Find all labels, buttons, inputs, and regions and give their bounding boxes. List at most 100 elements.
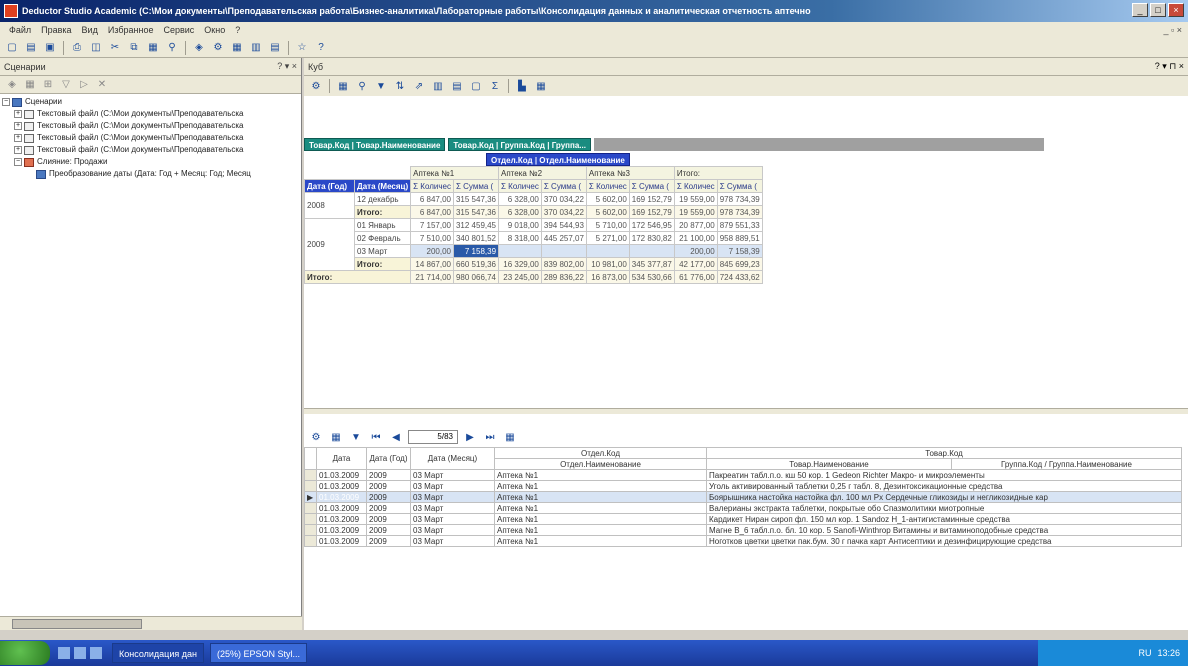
value-cell[interactable]: 14 867,00 <box>410 257 454 271</box>
menu-favorites[interactable]: Избранное <box>103 25 159 35</box>
tree-item[interactable]: − Сценарии <box>2 96 299 108</box>
wizard-icon[interactable]: ◈ <box>4 77 20 93</box>
table-cell[interactable]: 2009 <box>366 469 411 481</box>
value-cell[interactable]: 61 776,00 <box>673 270 718 284</box>
department-header[interactable]: Аптека №1 <box>410 166 500 180</box>
table-row[interactable]: 01.03.2009 2009 03 Март Аптека №1 Пакреатин … <box>304 469 1182 481</box>
header-group-code[interactable]: Группа.Код / Группа.Наименование <box>951 458 1182 470</box>
value-cell[interactable]: 7 510,00 <box>410 231 454 245</box>
paste-icon[interactable]: ▦ <box>145 40 161 56</box>
table-cell[interactable]: Боярышника настойка настойка фл. 100 мл … <box>706 491 1182 503</box>
table-cell[interactable]: 2009 <box>366 491 411 503</box>
year-cell[interactable]: 2008 <box>304 192 355 219</box>
panel-controls[interactable]: ? ▾ ⊓ × <box>1155 61 1184 72</box>
tree-item[interactable]: + Текстовый файл (C:\Мои документы\Препод… <box>2 132 299 144</box>
table-cell[interactable]: Аптека №1 <box>494 513 707 525</box>
table-cell[interactable]: 01.03.2009 <box>316 491 367 503</box>
table-icon[interactable]: ▦ <box>229 40 245 56</box>
zoom-icon[interactable]: ⚲ <box>354 78 370 94</box>
value-cell[interactable]: 16 873,00 <box>585 270 630 284</box>
tree-item[interactable]: − Слияние: Продажи <box>2 156 299 168</box>
value-cell[interactable]: 5 602,00 <box>585 205 630 219</box>
measure-quantity[interactable]: Σ Количес <box>498 179 542 193</box>
table-cell[interactable]: 2009 <box>366 502 411 514</box>
value-cell[interactable]: 839 802,00 <box>540 257 587 271</box>
value-cell[interactable]: 315 547,36 <box>452 192 500 206</box>
table-cell[interactable]: 01.03.2009 <box>316 535 367 547</box>
value-cell[interactable]: 200,00 <box>673 244 718 258</box>
value-cell[interactable]: 7 158,39 <box>716 244 763 258</box>
header-otdel-code[interactable]: Отдел.Код <box>494 447 707 459</box>
value-cell[interactable]: 370 034,22 <box>540 205 587 219</box>
table-cell[interactable]: 03 Март <box>410 513 495 525</box>
header-tovar-name[interactable]: Товар.Наименование <box>706 458 952 470</box>
value-cell[interactable] <box>498 244 542 258</box>
calc-icon[interactable]: ▢ <box>468 78 484 94</box>
value-cell[interactable] <box>540 244 587 258</box>
table-cell[interactable]: 2009 <box>366 513 411 525</box>
row-indicator[interactable] <box>304 524 317 536</box>
maximize-button[interactable]: □ <box>1150 3 1166 17</box>
value-cell[interactable]: 23 245,00 <box>498 270 542 284</box>
value-cell[interactable] <box>585 244 630 258</box>
tree-item[interactable]: + Текстовый файл (C:\Мои документы\Препод… <box>2 108 299 120</box>
table-cell[interactable]: Валерианы экстракта таблетки, покрытые о… <box>706 502 1182 514</box>
value-cell[interactable]: 6 328,00 <box>498 192 542 206</box>
value-cell[interactable]: 21 714,00 <box>410 270 454 284</box>
value-cell[interactable]: 19 559,00 <box>673 192 718 206</box>
value-cell[interactable]: 312 459,45 <box>452 218 500 232</box>
run-icon[interactable]: ▷ <box>76 77 92 93</box>
tree-icon[interactable]: ⊞ <box>40 77 56 93</box>
expand-toggle-icon[interactable]: + <box>14 122 22 130</box>
table-cell[interactable]: 2009 <box>366 535 411 547</box>
filter-icon[interactable]: ▼ <box>373 78 389 94</box>
value-cell[interactable]: 19 559,00 <box>673 205 718 219</box>
table-cell[interactable]: 03 Март <box>410 524 495 536</box>
table-cell[interactable]: 03 Март <box>410 491 495 503</box>
table-row[interactable]: 01.03.2009 2009 03 Март Аптека №1 Валерианы … <box>304 502 1182 514</box>
media-icon[interactable] <box>90 647 102 659</box>
task-deductor[interactable]: Консолидация дан <box>112 643 204 663</box>
table-cell[interactable]: Аптека №1 <box>494 524 707 536</box>
tree-item[interactable]: + Текстовый файл (C:\Мои документы\Препод… <box>2 144 299 156</box>
desktop-icon[interactable] <box>74 647 86 659</box>
value-cell[interactable]: 978 734,39 <box>716 205 763 219</box>
menu-window[interactable]: Окно <box>199 25 230 35</box>
prev-icon[interactable]: ◀ <box>388 429 404 445</box>
measure-sum[interactable]: Σ Сумма ( <box>452 179 500 193</box>
mdi-controls[interactable]: _ ▫ × <box>1164 25 1182 35</box>
value-cell[interactable]: 445 257,07 <box>540 231 587 245</box>
value-cell[interactable]: 7 157,00 <box>410 218 454 232</box>
expand-toggle-icon[interactable]: + <box>14 134 22 142</box>
table-cell[interactable]: Пакреатин табл.п.о. кш 50 кор. 1 Gedeon … <box>706 469 1182 481</box>
sum-icon[interactable]: Σ <box>487 78 503 94</box>
record-position[interactable]: 5/83 <box>408 430 458 444</box>
value-cell[interactable]: 5 710,00 <box>585 218 630 232</box>
first-icon[interactable]: ⏮ <box>368 429 384 445</box>
cut-icon[interactable]: ✂ <box>107 40 123 56</box>
print-icon[interactable]: ⎙ <box>69 40 85 56</box>
export-icon[interactable]: ▦ <box>502 429 518 445</box>
value-cell[interactable]: 978 734,39 <box>716 192 763 206</box>
month-cell[interactable]: 01 Январь <box>353 218 412 232</box>
column-dimension-2[interactable]: Товар.Код | Группа.Код | Группа... <box>448 138 591 151</box>
next-icon[interactable]: ▶ <box>462 429 478 445</box>
value-cell[interactable]: 21 100,00 <box>673 231 718 245</box>
menu-help[interactable]: ? <box>230 25 245 35</box>
value-cell[interactable]: 169 152,79 <box>628 192 675 206</box>
value-cell[interactable] <box>628 244 675 258</box>
find-icon[interactable]: ⚲ <box>164 40 180 56</box>
menu-tools[interactable]: Сервис <box>158 25 199 35</box>
ie-icon[interactable] <box>58 647 70 659</box>
expand-toggle-icon[interactable]: − <box>14 158 22 166</box>
table-cell[interactable]: Уголь активированный таблетки 0,25 г таб… <box>706 480 1182 492</box>
value-cell[interactable]: 289 836,22 <box>540 270 587 284</box>
value-cell[interactable]: 879 551,33 <box>716 218 763 232</box>
table-icon[interactable]: ▦ <box>335 78 351 94</box>
table-cell[interactable]: 2009 <box>366 524 411 536</box>
horizontal-scrollbar[interactable] <box>0 616 302 630</box>
row-dimension-year[interactable]: Дата (Год) <box>304 179 355 193</box>
panel-controls[interactable]: ? ▾ × <box>277 61 297 72</box>
measure-quantity[interactable]: Σ Количес <box>410 179 454 193</box>
splitter[interactable] <box>304 408 1188 414</box>
